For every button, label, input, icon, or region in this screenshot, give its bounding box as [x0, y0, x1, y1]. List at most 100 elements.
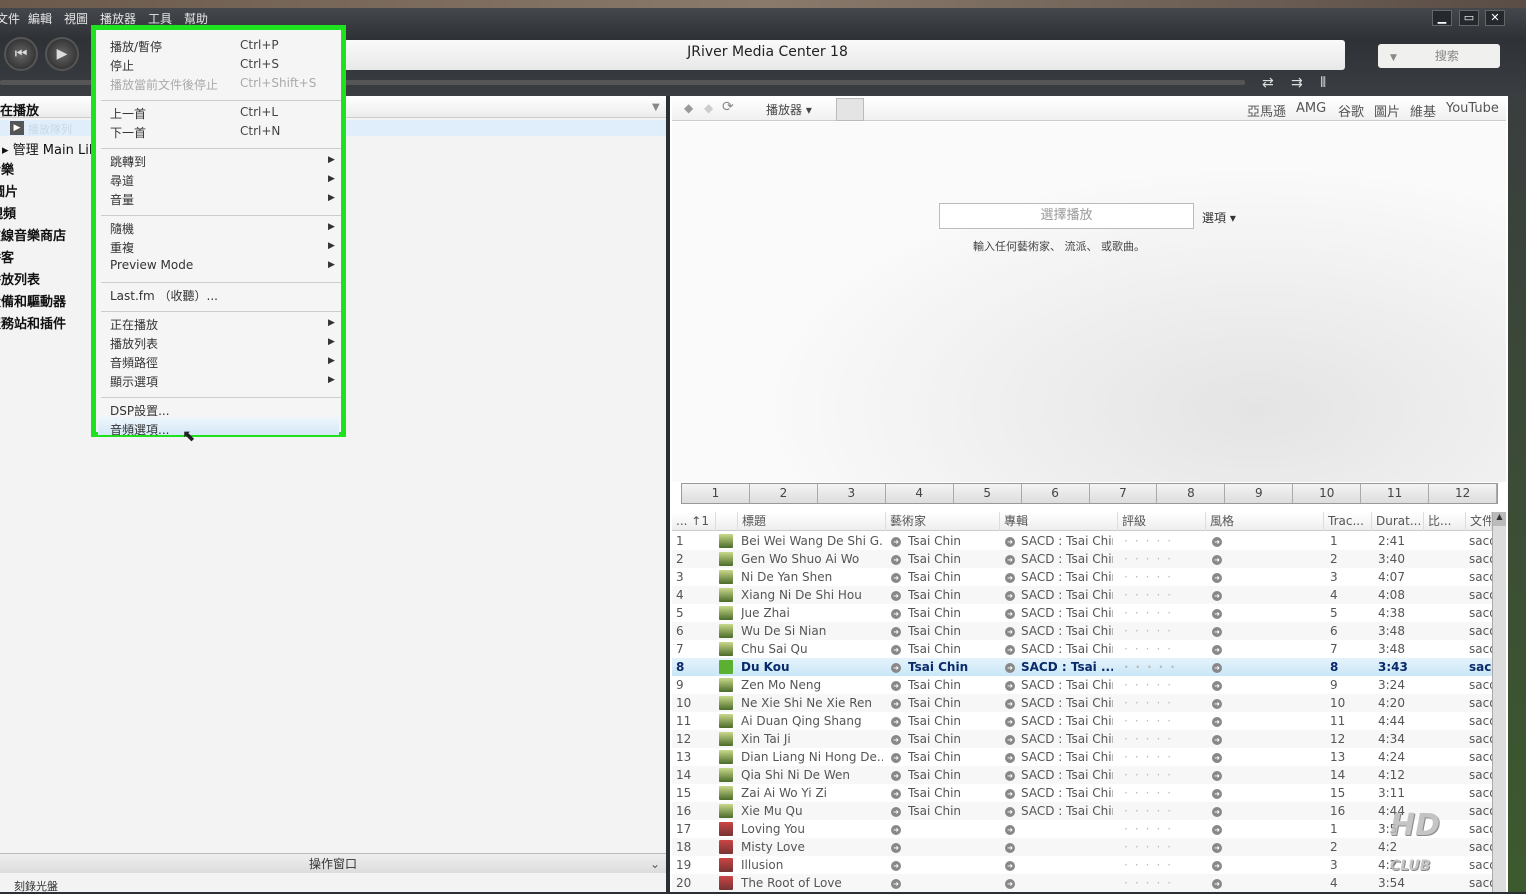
- table-row[interactable]: 6 Wu De Si Nian Tsai Chin SACD : Tsai Chin 6…: [672, 622, 1492, 640]
- menu-item[interactable]: Last.fm （收聽）...: [110, 287, 218, 304]
- scrollbar[interactable]: ▲: [1492, 512, 1506, 892]
- menu-item[interactable]: 重複: [110, 239, 134, 256]
- tab-12[interactable]: 12: [1429, 484, 1498, 503]
- rating-stars[interactable]: ·····: [1124, 748, 1178, 766]
- arrow-link-icon[interactable]: ➜: [1212, 676, 1222, 694]
- tree-devices[interactable]: 設備和驅動器: [0, 291, 66, 310]
- menu-view[interactable]: 視圖: [64, 10, 88, 27]
- arrow-link-icon[interactable]: ➜: [1005, 802, 1015, 820]
- rating-stars[interactable]: ·····: [1124, 820, 1178, 838]
- tree-images[interactable]: 圖片: [0, 181, 18, 200]
- arrow-link-icon[interactable]: ➜: [1212, 658, 1222, 676]
- arrow-link-icon[interactable]: ➜: [891, 856, 901, 874]
- table-row[interactable]: 12 Xin Tai Ji Tsai Chin SACD : Tsai Chin 12 4…: [672, 730, 1492, 748]
- table-row[interactable]: 20The Root of Love43:54sacd➜➜➜·····: [672, 874, 1492, 892]
- arrow-link-icon[interactable]: ➜: [1005, 604, 1015, 622]
- table-row[interactable]: 8 Du Kou Tsai Chin SACD : Tsai ... 8 3:43 sacd…: [672, 658, 1492, 676]
- shuffle-icon[interactable]: ⇉: [1291, 75, 1303, 91]
- arrow-link-icon[interactable]: ➜: [1005, 838, 1015, 856]
- arrow-link-icon[interactable]: ➜: [1212, 604, 1222, 622]
- rating-stars[interactable]: ·····: [1124, 856, 1178, 874]
- arrow-link-icon[interactable]: ➜: [891, 586, 901, 604]
- arrow-link-icon[interactable]: ➜: [1005, 658, 1015, 676]
- arrow-link-icon[interactable]: ➜: [1005, 532, 1015, 550]
- table-row[interactable]: 18Misty Love24:2sacd➜➜➜·····: [672, 838, 1492, 856]
- col-album[interactable]: 專輯: [1000, 512, 1118, 531]
- arrow-link-icon[interactable]: ➜: [891, 820, 901, 838]
- col-image[interactable]: [716, 512, 738, 531]
- rating-stars[interactable]: ·····: [1124, 622, 1178, 640]
- arrow-link-icon[interactable]: ➜: [1005, 640, 1015, 658]
- rating-stars[interactable]: ·····: [1124, 640, 1178, 658]
- col-duration[interactable]: Durat...: [1372, 512, 1424, 531]
- arrow-link-icon[interactable]: ➜: [1212, 784, 1222, 802]
- table-row[interactable]: 13 Dian Liang Ni Hong De... Tsai Chin SACD …: [672, 748, 1492, 766]
- arrow-link-icon[interactable]: ➜: [891, 766, 901, 784]
- link-google[interactable]: 谷歌: [1338, 101, 1364, 120]
- repeat-icon[interactable]: ⇄: [1262, 75, 1274, 91]
- tab-8[interactable]: 8: [1157, 484, 1226, 503]
- table-row[interactable]: 1 Bei Wei Wang De Shi G... Tsai Chin SACD :…: [672, 532, 1492, 550]
- rating-stars[interactable]: ·····: [1124, 838, 1178, 856]
- arrow-link-icon[interactable]: ➜: [1212, 712, 1222, 730]
- table-row[interactable]: 10 Ne Xie Shi Ne Xie Ren Tsai Chin SACD : T…: [672, 694, 1492, 712]
- rating-stars[interactable]: ·····: [1124, 712, 1178, 730]
- arrow-link-icon[interactable]: ➜: [1212, 694, 1222, 712]
- arrow-link-icon[interactable]: ➜: [1005, 712, 1015, 730]
- table-row[interactable]: 16 Xie Mu Qu Tsai Chin SACD : Tsai Chin 16 4:…: [672, 802, 1492, 820]
- tree-video[interactable]: 視頻: [0, 203, 16, 222]
- rating-stars[interactable]: ·····: [1124, 550, 1178, 568]
- arrow-link-icon[interactable]: ➜: [1005, 550, 1015, 568]
- rating-stars[interactable]: ·····: [1124, 658, 1182, 676]
- col-artist[interactable]: 藝術家: [886, 512, 1000, 531]
- table-row[interactable]: 14 Qia Shi Ni De Wen Tsai Chin SACD : Tsai …: [672, 766, 1492, 784]
- table-row[interactable]: 2 Gen Wo Shuo Ai Wo Tsai Chin SACD : Tsai C…: [672, 550, 1492, 568]
- menu-item[interactable]: 顯示選項: [110, 373, 158, 390]
- arrow-link-icon[interactable]: ➜: [891, 622, 901, 640]
- menu-item[interactable]: 尋道: [110, 172, 134, 189]
- tree-main-library[interactable]: ▸ 管理 Main Library: [2, 139, 92, 158]
- options-dropdown[interactable]: 選項 ▾: [1202, 209, 1236, 226]
- tab-5[interactable]: 5: [954, 484, 1022, 503]
- arrow-link-icon[interactable]: ➜: [1212, 622, 1222, 640]
- arrow-link-icon[interactable]: ➜: [891, 640, 901, 658]
- arrow-link-icon[interactable]: ➜: [1005, 586, 1015, 604]
- arrow-link-icon[interactable]: ➜: [1005, 820, 1015, 838]
- arrow-link-icon[interactable]: ➜: [891, 694, 901, 712]
- menu-item[interactable]: DSP設置...: [110, 402, 170, 419]
- arrow-link-icon[interactable]: ➜: [1212, 802, 1222, 820]
- tree-now-playing[interactable]: 正在播放: [0, 100, 39, 119]
- player-dropdown[interactable]: 播放器 ▾: [766, 101, 812, 118]
- forward-icon[interactable]: ◆: [704, 101, 713, 115]
- tab-6[interactable]: 6: [1022, 484, 1090, 503]
- arrow-link-icon[interactable]: ➜: [1212, 640, 1222, 658]
- table-row[interactable]: 15 Zai Ai Wo Yi Zi Tsai Chin SACD : Tsai Ch…: [672, 784, 1492, 802]
- arrow-link-icon[interactable]: ➜: [1005, 694, 1015, 712]
- arrow-link-icon[interactable]: ➜: [1212, 838, 1222, 856]
- arrow-link-icon[interactable]: ➜: [1005, 622, 1015, 640]
- arrow-link-icon[interactable]: ➜: [891, 874, 901, 892]
- menu-file[interactable]: 文件: [0, 10, 20, 27]
- table-row[interactable]: 19Illusion34:2sacd➜➜➜·····: [672, 856, 1492, 874]
- arrow-link-icon[interactable]: ➜: [1212, 874, 1222, 892]
- rating-stars[interactable]: ·····: [1124, 802, 1178, 820]
- col-bitrate[interactable]: 比...: [1424, 512, 1466, 531]
- link-wiki[interactable]: 維基: [1410, 101, 1436, 120]
- arrow-link-icon[interactable]: ➜: [891, 802, 901, 820]
- tree-playlists[interactable]: 播放列表: [0, 269, 40, 288]
- menu-item[interactable]: 播放/暫停: [110, 38, 162, 55]
- arrow-link-icon[interactable]: ➜: [1005, 748, 1015, 766]
- play-button[interactable]: ▶: [45, 37, 79, 71]
- previous-track-button[interactable]: ⏮: [4, 37, 38, 71]
- arrow-link-icon[interactable]: ➜: [1212, 766, 1222, 784]
- refresh-icon[interactable]: ⟳: [722, 99, 734, 115]
- menu-item[interactable]: 音頻選項...: [110, 421, 169, 438]
- rating-stars[interactable]: ·····: [1124, 604, 1178, 622]
- tab-10[interactable]: 10: [1293, 484, 1362, 503]
- arrow-link-icon[interactable]: ➜: [1005, 730, 1015, 748]
- back-icon[interactable]: ◆: [684, 101, 693, 115]
- arrow-link-icon[interactable]: ➜: [1005, 874, 1015, 892]
- arrow-link-icon[interactable]: ➜: [1005, 568, 1015, 586]
- play-select-input[interactable]: 選擇播放: [939, 203, 1194, 229]
- rating-stars[interactable]: ·····: [1124, 532, 1178, 550]
